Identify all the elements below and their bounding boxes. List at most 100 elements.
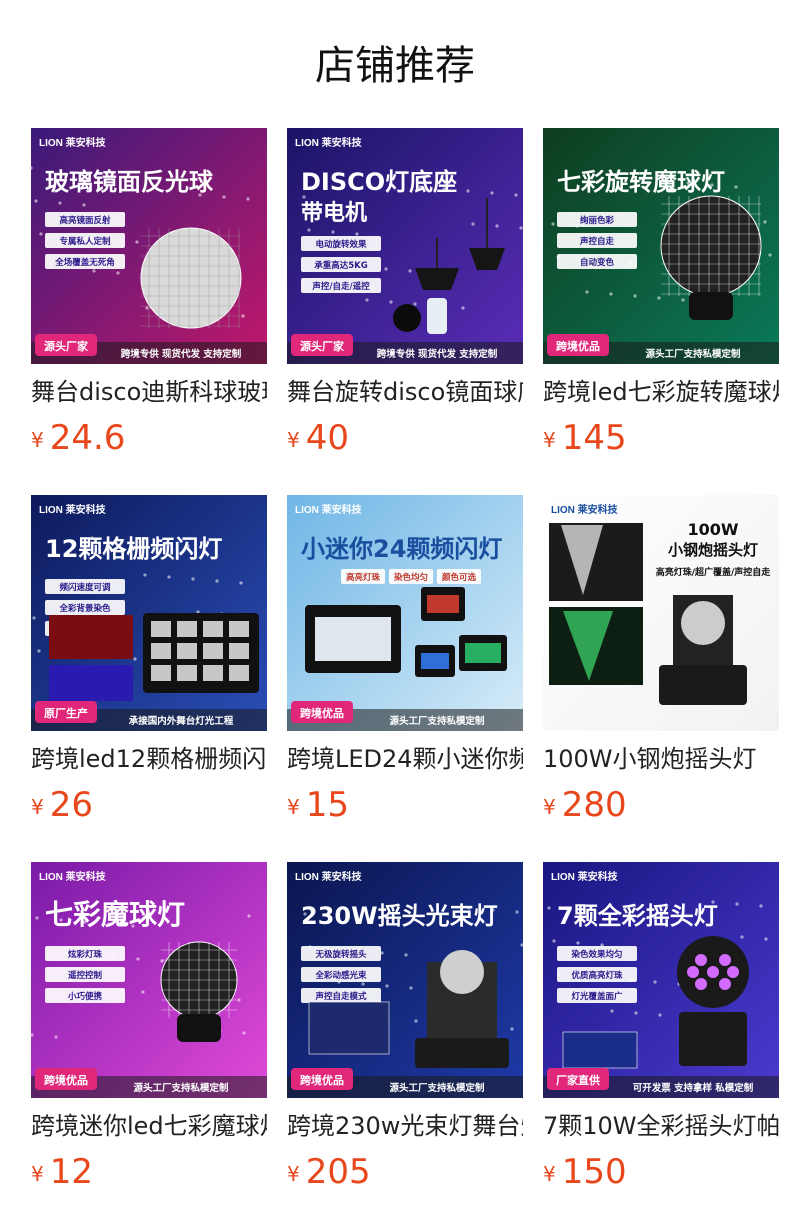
product-name[interactable]: 跨境LED24颗小迷你频闪灯 (287, 743, 523, 777)
currency-symbol: ¥ (287, 1162, 300, 1186)
product-price: ¥15 (287, 783, 349, 827)
product-card[interactable]: LION 莱安科技 230W摇头光束灯 无极旋转摇头 全彩动感光束 声控自走模式 跨境优品… (287, 862, 523, 1202)
currency-symbol: ¥ (31, 795, 44, 819)
image-headline: 玻璃镜面反光球 (45, 168, 214, 196)
product-card[interactable]: LION 莱安科技 小迷你24颗频闪灯 高亮灯珠 染色均匀 颜色可选 跨境优品 源头工厂支持… (287, 495, 523, 835)
image-footer: 承接国内外舞台灯光工程 (129, 715, 234, 727)
product-image[interactable]: LION 莱安科技 玻璃镜面反光球 高亮镜面反射 专属私人定制 全场覆盖无死角 源头厂家跨… (31, 128, 267, 364)
image-subheadline: 带电机 (301, 201, 367, 226)
image-badge: 跨境优品 (300, 1073, 344, 1087)
image-bullet: 专属私人定制 (59, 236, 111, 247)
product-card[interactable]: LION 莱安科技 100W 小钢炮摇头灯 高亮灯珠/超广覆盖/声控自走 100W小钢炮… (543, 495, 779, 835)
currency-symbol: ¥ (287, 428, 300, 452)
product-price: ¥280 (543, 783, 627, 827)
price-amount: 40 (305, 418, 349, 458)
image-bullet: 灯光覆盖面广 (571, 991, 623, 1002)
product-price: ¥205 (287, 1150, 371, 1194)
image-bullet: 炫彩灯珠 (68, 949, 103, 960)
price-amount: 150 (561, 1152, 627, 1192)
product-price: ¥12 (31, 1150, 93, 1194)
price-amount: 12 (49, 1152, 93, 1192)
image-bullet: 电动旋转效果 (315, 239, 367, 250)
product-name[interactable]: 跨境led12颗格栅频闪灯 (31, 743, 267, 777)
product-image[interactable]: LION 莱安科技 小迷你24颗频闪灯 高亮灯珠 染色均匀 颜色可选 跨境优品 源头工厂支持… (287, 495, 523, 731)
image-bullet: 声控自走 (579, 236, 615, 247)
product-name[interactable]: 100W小钢炮摇头灯 (543, 743, 779, 777)
currency-symbol: ¥ (543, 428, 556, 452)
image-bullet: 声控自走模式 (314, 991, 367, 1002)
section-title: 店铺推荐 (315, 43, 475, 89)
product-image[interactable]: LION 莱安科技 DISCO灯底座 带电机 电动旋转效果 承重高达5KG 声控/自走/遥… (287, 128, 523, 364)
price-amount: 26 (49, 785, 93, 825)
image-headline: 七彩魔球灯 (45, 898, 185, 931)
image-footer: 源头工厂支持私模定制 (133, 1082, 229, 1094)
brand-logo: LION 莱安科技 (551, 503, 619, 516)
product-card[interactable]: LION 莱安科技 玻璃镜面反光球 高亮镜面反射 专属私人定制 全场覆盖无死角 源头厂家跨… (31, 128, 267, 468)
image-bullet: 遥控控制 (68, 970, 103, 981)
currency-symbol: ¥ (31, 428, 44, 452)
product-card[interactable]: LION 莱安科技12颗格栅频闪灯频闪速度可调全彩背景染色支持遥控手控原厂生产承… (31, 495, 267, 835)
product-name[interactable]: 7颗10W全彩摇头灯帕灯 (543, 1110, 779, 1144)
image-headline: 7颗全彩摇头灯 (557, 902, 718, 930)
image-footer: 跨境专供 现货代发 支持定制 (121, 348, 242, 360)
image-footer: 跨境专供 现货代发 支持定制 (377, 348, 498, 360)
brand-logo: LION 莱安科技 (39, 870, 107, 883)
brand-logo: LION 莱安科技 (39, 136, 107, 149)
brand-logo: LION 莱安科技 (295, 870, 363, 883)
mirror-ball-icon (140, 227, 242, 329)
product-name[interactable]: 跨境230w光束灯舞台灯 (287, 1110, 523, 1144)
product-name[interactable]: 舞台disco迪斯科球玻璃镜面反光球 (31, 376, 267, 410)
product-price: ¥145 (543, 416, 627, 460)
brand-logo: LION 莱安科技 (39, 503, 107, 516)
image-bullet: 声控/自走/遥控 (311, 281, 370, 292)
image-badge: 原厂生产 (44, 706, 88, 720)
image-bullet: 高亮灯珠 (346, 572, 381, 583)
product-name[interactable]: 跨境迷你led七彩魔球灯 (31, 1110, 267, 1144)
image-badge: 跨境优品 (44, 1073, 88, 1087)
image-bullet: 全场覆盖无死角 (54, 257, 115, 268)
product-image[interactable]: LION 莱安科技12颗格栅频闪灯频闪速度可调全彩背景染色支持遥控手控原厂生产承… (31, 495, 267, 731)
image-bullet: 全彩背景染色 (58, 603, 111, 614)
product-image[interactable]: LION 莱安科技七彩魔球灯炫彩灯珠遥控控制小巧便携跨境优品源头工厂支持私模定制 (31, 862, 267, 1098)
image-bullet: 全彩动感光束 (314, 970, 367, 981)
image-bullet: 颜色可选 (442, 572, 477, 583)
product-card[interactable]: LION 莱安科技 7颗全彩摇头灯 染色效果均匀 优质高亮灯珠 灯光覆盖面广 厂家直供 可开… (543, 862, 779, 1202)
image-headline: 100W (687, 520, 738, 539)
strobe-grid-icon (49, 613, 259, 701)
image-bullet: 高亮灯珠/超广覆盖/声控自走 (656, 566, 771, 578)
image-bullet: 频闪速度可调 (59, 582, 111, 593)
image-footer: 源头工厂支持私模定制 (389, 715, 485, 727)
image-bullet: 小巧便携 (67, 991, 103, 1002)
image-bullet: 高亮镜面反射 (59, 215, 111, 226)
currency-symbol: ¥ (543, 795, 556, 819)
image-headline: 小迷你24颗频闪灯 (301, 535, 502, 563)
product-card[interactable]: 七彩旋转魔球灯 绚丽色彩 声控自走 自动变色 跨境优品 源头工厂支持私模定制 跨境led七彩… (543, 128, 779, 468)
product-price: ¥24.6 (31, 416, 125, 460)
image-headline: 12颗格栅频闪灯 (45, 535, 222, 563)
image-bullet: 染色均匀 (393, 572, 428, 583)
product-image[interactable]: LION 莱安科技 230W摇头光束灯 无极旋转摇头 全彩动感光束 声控自走模式 跨境优品… (287, 862, 523, 1098)
product-image[interactable]: LION 莱安科技 100W 小钢炮摇头灯高亮灯珠/超广覆盖/声控自走 (543, 495, 779, 731)
product-price: ¥150 (543, 1150, 627, 1194)
image-bullet: 绚丽色彩 (580, 215, 615, 226)
image-badge: 跨境优品 (556, 339, 600, 353)
product-name[interactable]: 舞台旋转disco镜面球底座 (287, 376, 523, 410)
product-card[interactable]: LION 莱安科技七彩魔球灯炫彩灯珠遥控控制小巧便携跨境优品源头工厂支持私模定制… (31, 862, 267, 1202)
product-name[interactable]: 跨境led七彩旋转魔球灯 (543, 376, 779, 410)
image-headline: 七彩旋转魔球灯 (557, 168, 725, 196)
image-bullet: 染色效果均匀 (570, 949, 622, 960)
product-price: ¥26 (31, 783, 93, 827)
image-footer: 可开发票 支持拿样 私模定制 (633, 1082, 754, 1094)
product-image[interactable]: LION 莱安科技 7颗全彩摇头灯 染色效果均匀 优质高亮灯珠 灯光覆盖面广 厂家直供 可开… (543, 862, 779, 1098)
product-card[interactable]: LION 莱安科技 DISCO灯底座 带电机 电动旋转效果 承重高达5KG 声控/自走/遥… (287, 128, 523, 468)
brand-logo: LION 莱安科技 (295, 136, 363, 149)
image-subheadline: 小钢炮摇头灯 (668, 541, 758, 559)
currency-symbol: ¥ (543, 1162, 556, 1186)
product-image[interactable]: 七彩旋转魔球灯 绚丽色彩 声控自走 自动变色 跨境优品 源头工厂支持私模定制 (543, 128, 779, 364)
image-bullet: 自动变色 (580, 257, 615, 268)
currency-symbol: ¥ (287, 795, 300, 819)
price-amount: 24.6 (49, 418, 126, 458)
price-amount: 15 (305, 785, 349, 825)
image-bullet: 优质高亮灯珠 (571, 970, 623, 981)
currency-symbol: ¥ (31, 1162, 44, 1186)
